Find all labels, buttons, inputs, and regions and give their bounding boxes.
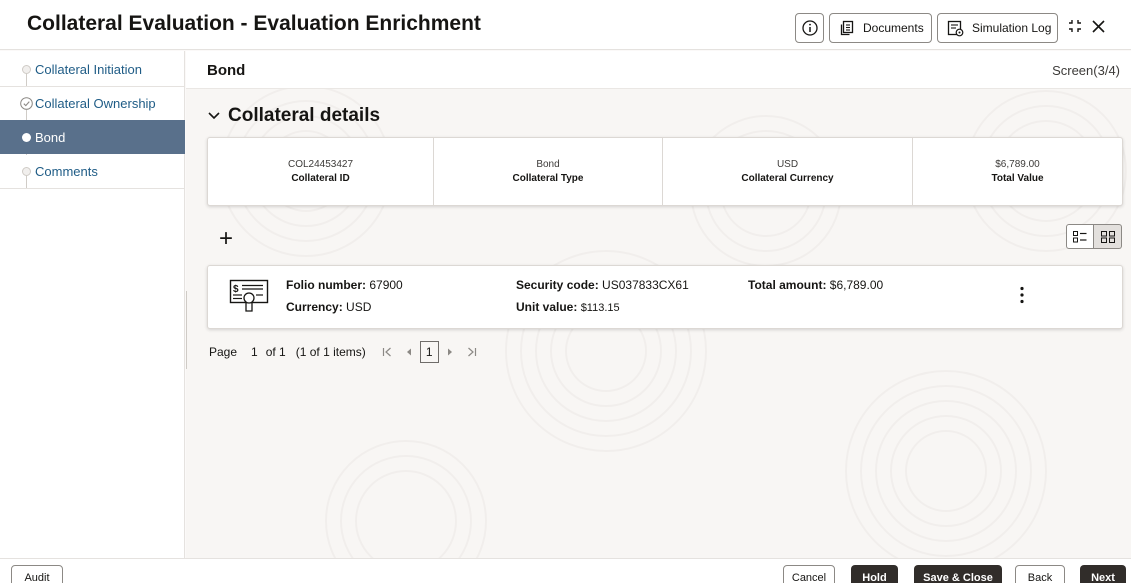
summary-value: Bond: [536, 159, 560, 170]
page-label: Page: [209, 345, 238, 359]
current-page-button[interactable]: 1: [419, 341, 439, 363]
section-title: Bond: [207, 62, 246, 79]
list-view-icon: [1073, 230, 1087, 242]
pagination: Page 1 of 1 (1 of 1 items) 1: [209, 341, 477, 363]
sidebar-item-label: Bond: [35, 129, 66, 145]
info-button[interactable]: [795, 13, 824, 43]
check-circle-icon: [20, 96, 33, 110]
simulation-log-icon: [947, 20, 964, 36]
simulation-log-button[interactable]: Simulation Log: [937, 13, 1058, 43]
previous-page-icon[interactable]: [406, 348, 412, 356]
security-code-label: Security code:: [516, 278, 599, 292]
items-count: (1 of 1 items): [295, 345, 366, 359]
card-view-button[interactable]: [1094, 224, 1122, 249]
view-toggle: [1066, 224, 1122, 249]
documents-label: Documents: [863, 21, 924, 35]
collateral-details-heading[interactable]: Collateral details: [228, 105, 380, 127]
svg-text:$: $: [233, 284, 239, 295]
back-button[interactable]: Back: [1015, 565, 1065, 583]
security-code-field: Security code: US037833CX61: [516, 278, 689, 292]
close-icon[interactable]: [1092, 20, 1105, 33]
next-button[interactable]: Next: [1080, 565, 1126, 583]
step-pending-icon: [22, 64, 31, 74]
section-header-bar: Bond Screen(3/4): [186, 51, 1131, 89]
summary-total-value: $6,789.00 Total Value: [913, 138, 1122, 205]
unit-value-label: Unit value:: [516, 300, 578, 314]
page-title: Collateral Evaluation - Evaluation Enric…: [27, 12, 481, 35]
page-number[interactable]: 1: [251, 345, 258, 359]
simulation-log-label: Simulation Log: [972, 21, 1052, 35]
kebab-menu-icon[interactable]: [1020, 286, 1024, 304]
minimize-icon[interactable]: [1068, 19, 1082, 33]
security-code-value: US037833CX61: [602, 278, 689, 292]
save-close-button[interactable]: Save & Close: [914, 565, 1002, 583]
total-amount-label: Total amount:: [748, 278, 827, 292]
currency-field: Currency: USD: [286, 300, 371, 314]
last-page-icon[interactable]: [467, 347, 477, 357]
step-active-icon: [22, 132, 31, 142]
sidebar-item-collateral-initiation[interactable]: Collateral Initiation: [0, 52, 185, 86]
next-page-icon[interactable]: [447, 348, 453, 356]
sidebar-item-collateral-ownership[interactable]: Collateral Ownership: [0, 86, 185, 120]
folio-number-label: Folio number:: [286, 278, 366, 292]
add-button[interactable]: +: [219, 227, 233, 251]
summary-label: Total Value: [991, 173, 1044, 184]
summary-label: Collateral Currency: [741, 173, 834, 184]
list-view-button[interactable]: [1066, 224, 1094, 249]
folio-number-value: 67900: [369, 278, 403, 292]
certificate-icon: $: [229, 279, 269, 312]
summary-value: COL24453427: [287, 159, 354, 170]
step-pending-icon: [22, 166, 31, 176]
first-page-icon[interactable]: [382, 347, 392, 357]
sidebar-item-label: Collateral Initiation: [35, 61, 142, 77]
summary-value: USD: [776, 159, 799, 170]
header: Collateral Evaluation - Evaluation Enric…: [0, 0, 1131, 50]
summary-value: $6,789.00: [995, 159, 1040, 170]
documents-icon: [840, 20, 854, 36]
screen-indicator: Screen(3/4): [1052, 63, 1120, 78]
cancel-button[interactable]: Cancel: [783, 565, 835, 583]
sidebar-item-label: Collateral Ownership: [35, 95, 156, 111]
summary-label: Collateral Type: [512, 173, 584, 184]
footer: Audit Cancel Hold Save & Close Back Next: [0, 558, 1131, 583]
page-total: of 1: [265, 345, 286, 359]
currency-label: Currency:: [286, 300, 343, 314]
summary-label: Collateral ID: [291, 173, 350, 184]
collateral-summary: COL24453427 Collateral ID Bond Collatera…: [207, 137, 1123, 206]
unit-value-field: Unit value: $113.15: [516, 300, 620, 314]
summary-collateral-id: COL24453427 Collateral ID: [208, 138, 433, 205]
info-icon: [801, 20, 818, 36]
summary-collateral-type: Bond Collateral Type: [434, 138, 662, 205]
card-view-icon: [1100, 230, 1115, 243]
total-amount-value: $6,789.00: [829, 278, 884, 292]
hold-button[interactable]: Hold: [851, 565, 898, 583]
sidebar-item-comments[interactable]: Comments: [0, 154, 185, 188]
folio-number-field: Folio number: 67900: [286, 278, 403, 292]
currency-value: USD: [346, 300, 372, 314]
resize-handle[interactable]: [186, 291, 190, 369]
total-amount-field: Total amount: $6,789.00: [748, 278, 883, 292]
sidebar: Collateral Initiation Collateral Ownersh…: [0, 51, 185, 558]
unit-value-value: $113.15: [580, 302, 620, 314]
audit-button[interactable]: Audit: [11, 565, 63, 583]
summary-collateral-currency: USD Collateral Currency: [663, 138, 912, 205]
sidebar-item-label: Comments: [35, 163, 98, 179]
chevron-down-icon[interactable]: [208, 112, 220, 120]
documents-button[interactable]: Documents: [829, 13, 932, 43]
bond-card[interactable]: $ Folio number: 67900 Currency: USD Secu…: [207, 265, 1123, 329]
divider: [0, 188, 185, 189]
sidebar-item-bond[interactable]: Bond: [0, 120, 185, 154]
main-content: Bond Screen(3/4) Collateral details COL2…: [186, 51, 1131, 558]
